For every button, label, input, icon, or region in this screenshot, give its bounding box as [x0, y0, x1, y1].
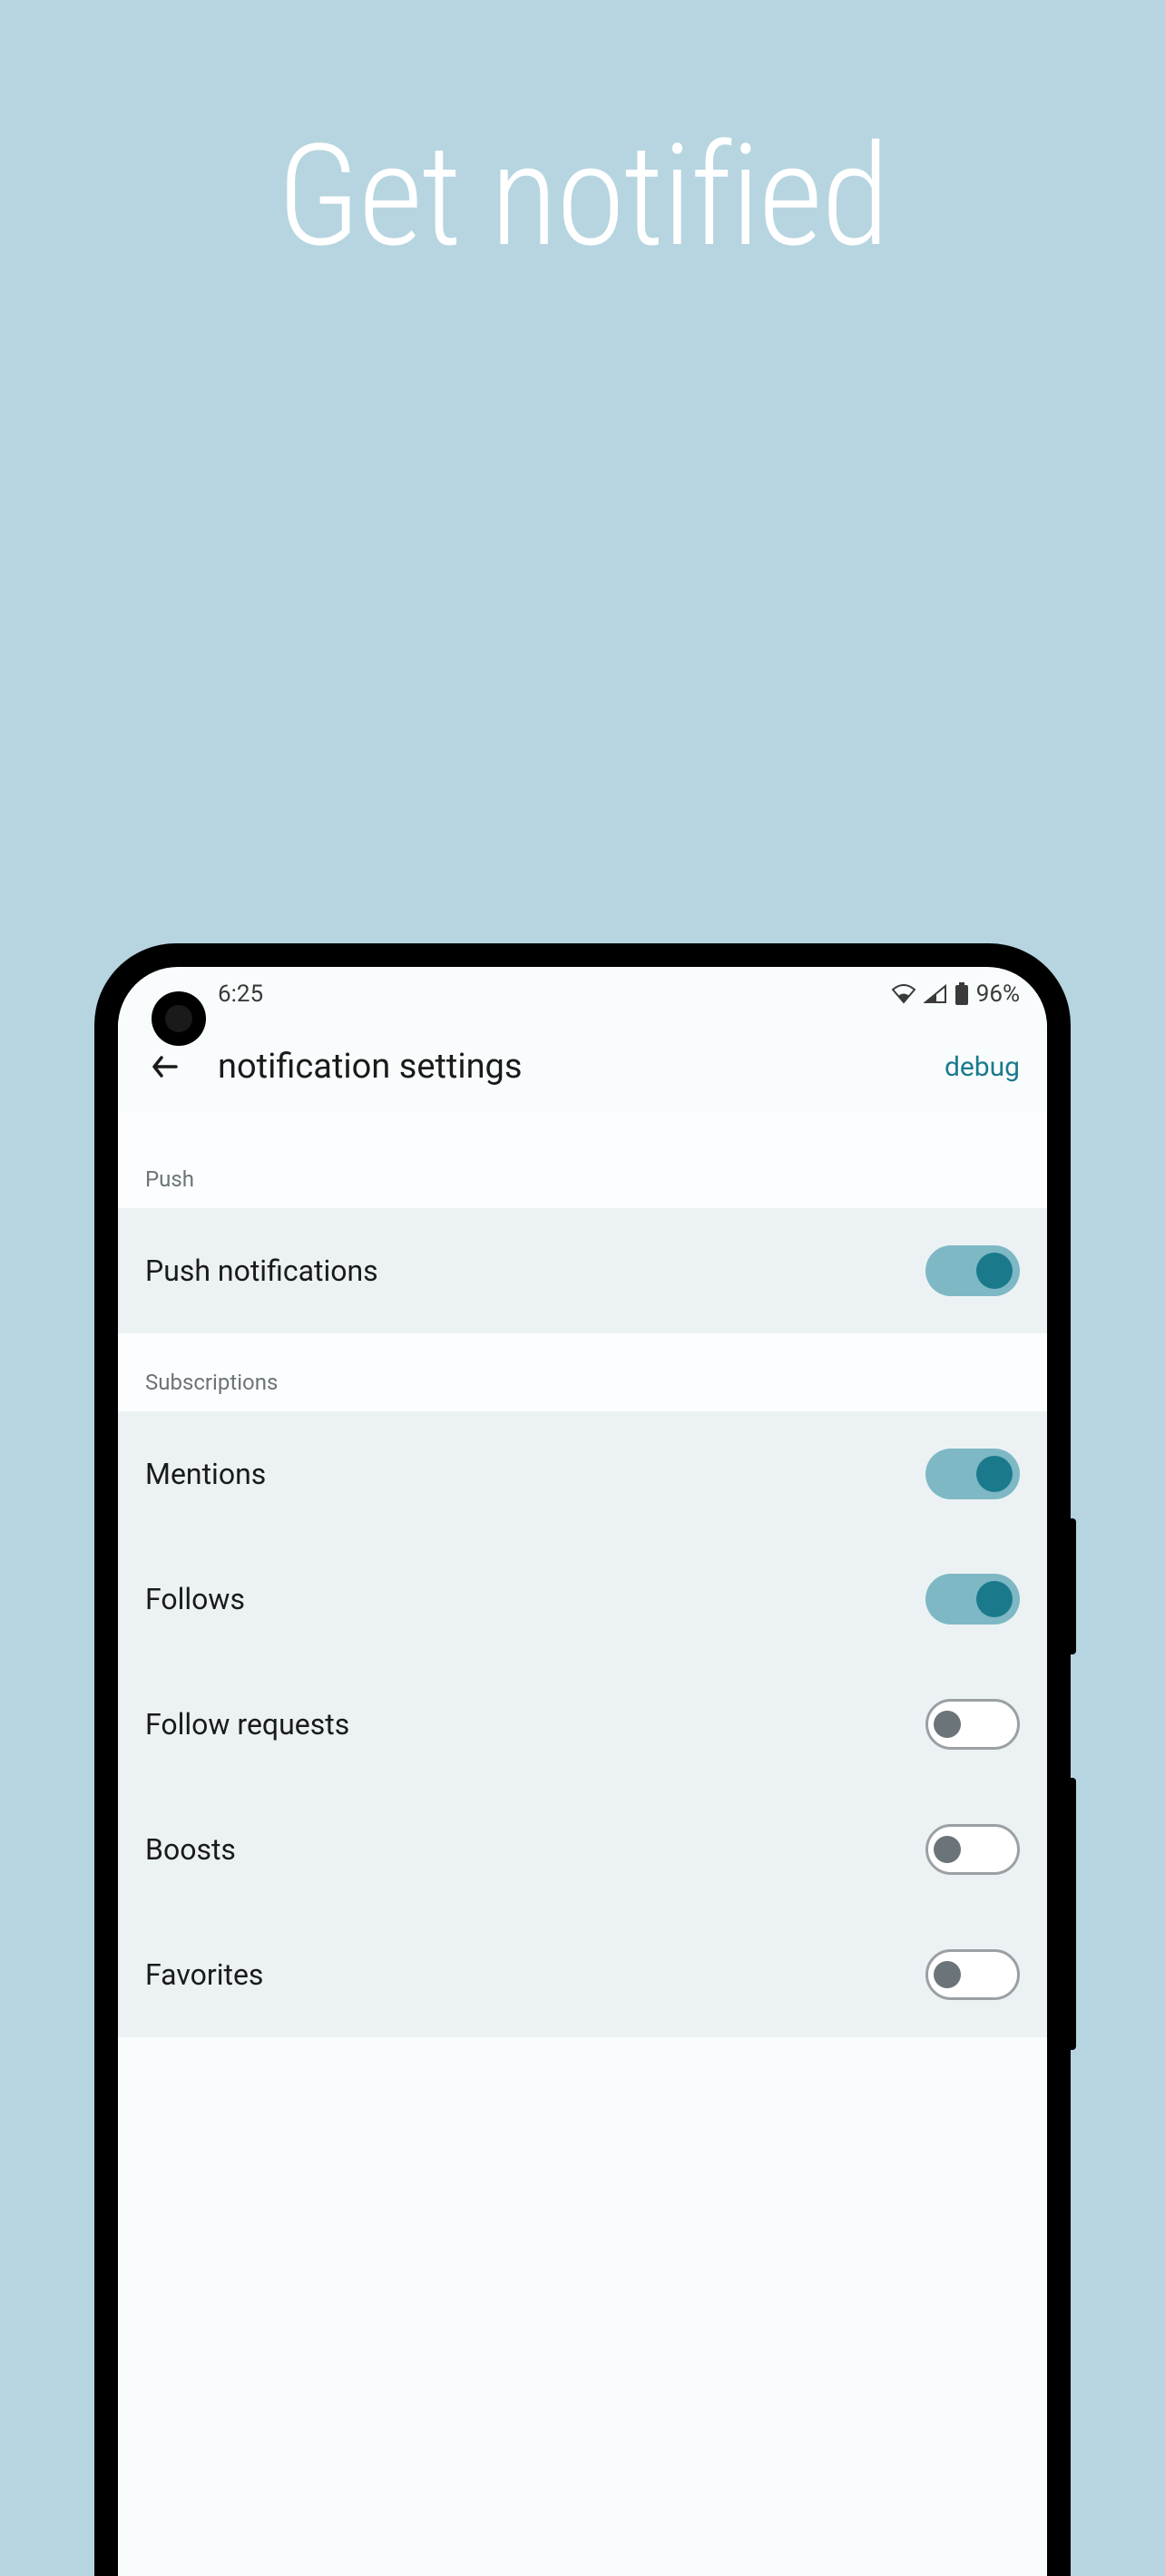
- status-bar: 6:25: [118, 967, 1047, 1021]
- row-label: Boosts: [145, 1832, 236, 1867]
- row-label: Push notifications: [145, 1254, 378, 1288]
- debug-action[interactable]: debug: [945, 1051, 1020, 1083]
- app-bar: notification settings debug: [118, 1021, 1047, 1112]
- hero-title: Get notified: [0, 113, 1165, 278]
- toggle-follow-requests[interactable]: [925, 1699, 1020, 1750]
- camera-punch-hole: [152, 991, 206, 1046]
- wifi-icon: [891, 984, 916, 1004]
- row-label: Mentions: [145, 1457, 266, 1491]
- row-label: Follow requests: [145, 1707, 349, 1742]
- row-push-notifications[interactable]: Push notifications: [118, 1208, 1047, 1333]
- phone-frame: 6:25: [94, 943, 1071, 2576]
- row-label: Follows: [145, 1582, 245, 1616]
- toggle-favorites[interactable]: [925, 1949, 1020, 2000]
- row-mentions[interactable]: Mentions: [118, 1411, 1047, 1537]
- battery-percent: 96%: [976, 981, 1020, 1008]
- row-label: Favorites: [145, 1957, 263, 1992]
- toggle-mentions[interactable]: [925, 1449, 1020, 1499]
- section-header-subscriptions: Subscriptions: [118, 1333, 1047, 1411]
- back-button[interactable]: [145, 1047, 185, 1087]
- toggle-push-notifications[interactable]: [925, 1245, 1020, 1296]
- phone-power-button: [1067, 1518, 1076, 1654]
- battery-icon: [955, 982, 969, 1006]
- row-favorites[interactable]: Favorites: [118, 1912, 1047, 2037]
- page-title: notification settings: [218, 1047, 945, 1087]
- status-time: 6:25: [218, 981, 263, 1008]
- toggle-boosts[interactable]: [925, 1824, 1020, 1875]
- row-follow-requests[interactable]: Follow requests: [118, 1662, 1047, 1787]
- phone-volume-button: [1067, 1778, 1076, 2050]
- section-header-push: Push: [118, 1112, 1047, 1208]
- phone-screen: 6:25: [118, 967, 1047, 2576]
- signal-icon: [924, 984, 947, 1004]
- toggle-follows[interactable]: [925, 1574, 1020, 1625]
- arrow-back-icon: [149, 1050, 181, 1083]
- status-icons: 96%: [891, 981, 1020, 1008]
- row-boosts[interactable]: Boosts: [118, 1787, 1047, 1912]
- row-follows[interactable]: Follows: [118, 1537, 1047, 1662]
